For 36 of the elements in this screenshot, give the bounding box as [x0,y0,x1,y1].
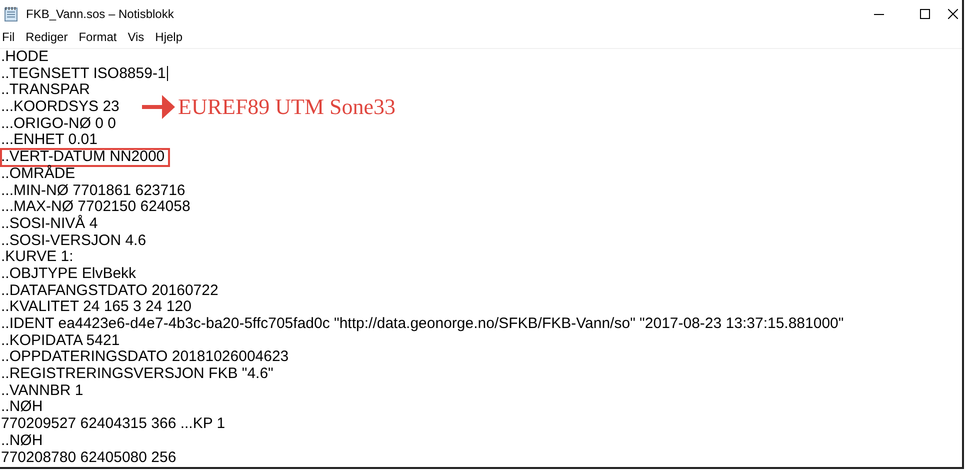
text-line: ..REGISTRERINGSVERSJON FKB "4.6" [1,366,274,383]
text-line: ...ENHET 0.01 [1,132,98,150]
menu-item[interactable]: Vis [126,30,154,44]
text-line: .HODE [1,49,49,66]
text-line: ..VANNBR 1 [1,382,84,400]
text-line: 770208780 62405080 256 [1,450,176,466]
menu-item[interactable]: Fil [0,30,24,44]
text-line: ...ORIGO-NØ 0 0 [1,116,116,132]
close-icon[interactable] [948,9,958,19]
text-line: ..OPPDATERINGSDATO 20181026004623 [1,349,289,366]
menu-item[interactable]: Format [76,30,126,44]
text-line: ..IDENT ea4423e6-d4e7-4b3c-ba20-5ffc705fad0c "http://data.geonorge.no/SFKB/FKB-Vann/so" "2017-08-23 13:37:15.881000" [1,316,844,333]
text-line: ..KOPIDATA 5421 [1,332,120,350]
text-line: ..SOSI-NIVÅ 4 [1,216,98,233]
text-line: ...MIN-NØ 7701861 623716 [1,182,186,200]
menu-item[interactable]: Hjelp [153,30,192,44]
text-line: ..SOSI-VERSJON 4.6 [1,232,146,250]
text-line: ...KOORDSYS 23 [1,99,120,116]
text-line: ..NØH [1,432,43,450]
window-title: FKB_Vann.sos – Notisblokk [26,7,174,21]
text-line: .KURVE 1: [1,249,74,266]
maximize-icon[interactable] [920,9,930,19]
text-line: ..DATAFANGSTDATO 20160722 [1,282,218,300]
text-line: ..KVALITET 24 165 3 24 120 [1,299,192,316]
text-line: ..VERT-DATUM NN2000 [1,149,169,166]
menu-item[interactable]: Rediger [24,30,77,44]
text-line: ..TRANSPAR [1,82,90,100]
arrow-icon [140,93,176,122]
annotation-label: EUREF89 UTM Sone33 [178,94,396,120]
text-line: ..OBJTYPE ElvBekk [1,266,136,283]
text-line: ..OMRÅDE [1,166,76,182]
text-line: ...MAX-NØ 7702150 624058 [1,199,190,216]
text-line: ..NØH [1,399,43,416]
text-line: 770209527 62404315 366 ...KP 1 [1,416,226,433]
notepad-icon [4,6,18,22]
text-line: ..TEGNSETT ISO8859-1 [1,66,168,82]
